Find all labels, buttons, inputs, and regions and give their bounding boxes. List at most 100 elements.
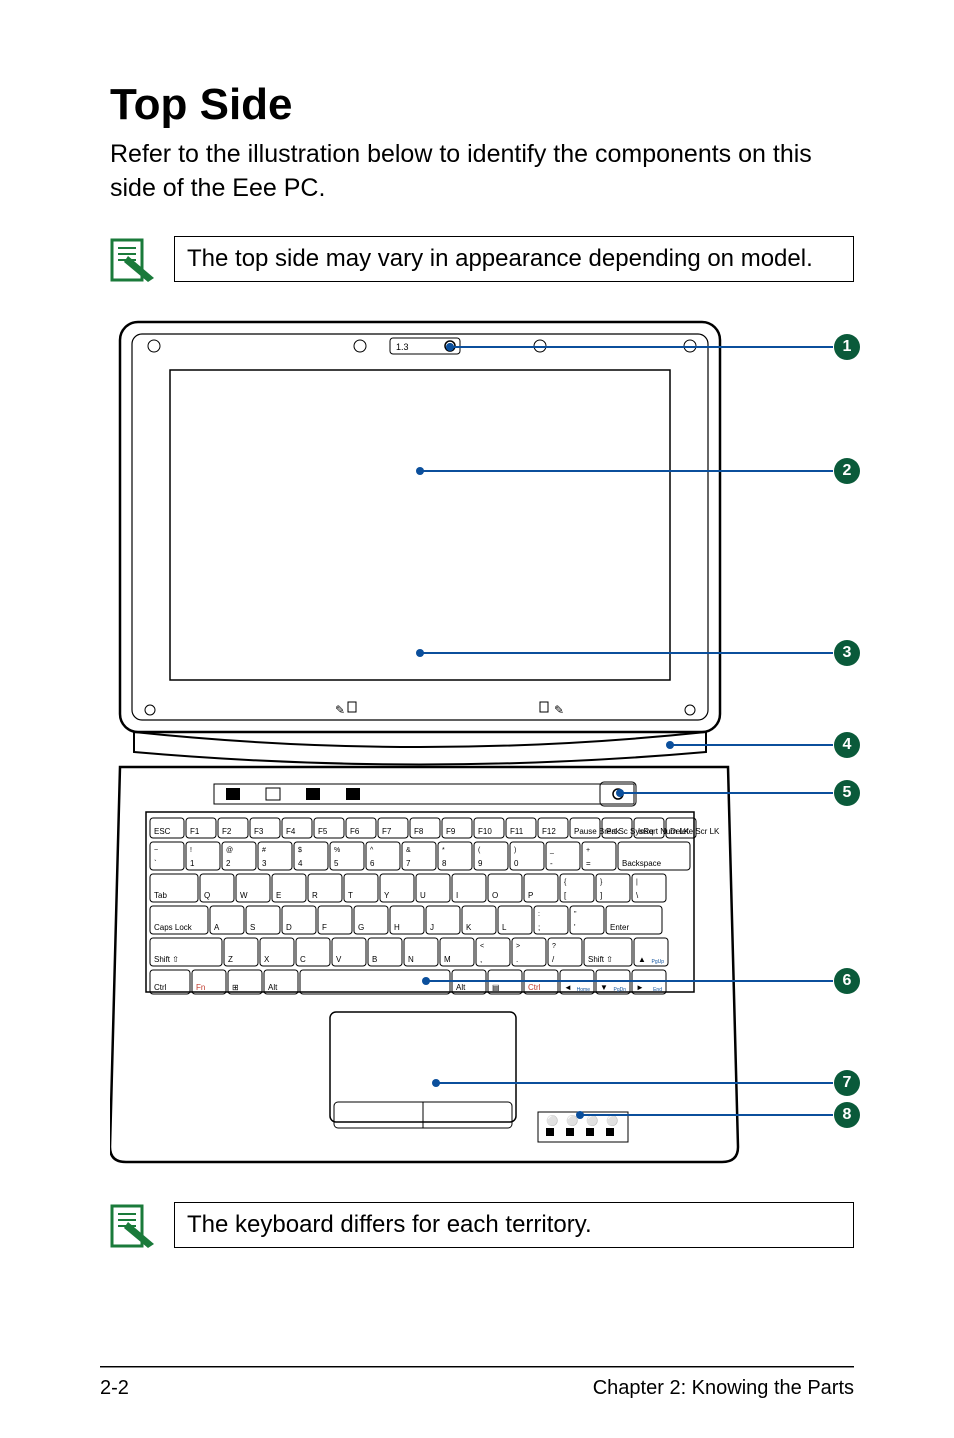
svg-text:]: ] [600,891,602,900]
svg-text:0: 0 [514,859,519,868]
svg-text:9: 9 [478,859,483,868]
callout-6: 6 [834,968,860,994]
svg-text:2: 2 [226,859,231,868]
svg-text:F3: F3 [254,827,264,836]
svg-text:;: ; [538,923,540,932]
svg-text:▤: ▤ [492,983,500,992]
callout-7: 7 [834,1070,860,1096]
svg-text:}: } [600,879,603,886]
svg-text:Caps Lock: Caps Lock [154,923,193,932]
svg-text:\: \ [636,891,639,900]
svg-text:Fn: Fn [196,983,205,992]
page-title: Top Side [110,80,854,130]
svg-text:D: D [286,923,292,932]
svg-text:^: ^ [370,847,374,854]
svg-text:T: T [348,891,353,900]
svg-text:?: ? [552,943,556,950]
svg-text:A: A [214,923,220,932]
svg-text:>: > [516,943,520,950]
callout-2: 2 [834,458,860,484]
svg-text:&: & [406,847,411,854]
callout-1: 1 [834,334,860,360]
svg-text:⚪: ⚪ [546,1114,558,1127]
svg-text:|: | [636,879,638,886]
svg-text:I: I [456,891,458,900]
svg-text:F11: F11 [510,827,524,836]
svg-text:F8: F8 [414,827,424,836]
svg-text:{: { [564,879,567,886]
svg-text:F10: F10 [478,827,492,836]
svg-text:End: End [653,987,662,993]
svg-text:Y: Y [384,891,390,900]
svg-text:': ' [574,923,576,932]
svg-text:R: R [312,891,318,900]
svg-text:N: N [408,955,414,964]
svg-text:`: ` [154,859,157,868]
svg-text:U: U [420,891,426,900]
svg-text:⊞: ⊞ [232,983,239,992]
svg-text:F12: F12 [542,827,556,836]
svg-text:Tab: Tab [154,891,167,900]
svg-text:L: L [502,923,507,932]
svg-text:▲: ▲ [638,955,646,964]
svg-text:M: M [444,955,451,964]
page-number: 2-2 [100,1377,129,1400]
svg-text:F9: F9 [446,827,456,836]
note-top-text: The top side may vary in appearance depe… [174,236,854,282]
svg-text:-: - [550,859,553,868]
svg-text:~: ~ [154,847,158,854]
svg-text:H: H [394,923,400,932]
svg-text:E: E [276,891,281,900]
chapter-label: Chapter 2: Knowing the Parts [593,1377,854,1400]
svg-text:►: ► [636,983,644,992]
svg-text:Home: Home [577,987,591,993]
footer-rule [100,1366,854,1368]
svg-text:7: 7 [406,859,411,868]
svg-text:/: / [552,955,555,964]
svg-text:*: * [442,847,445,854]
svg-text:$: $ [298,847,302,854]
svg-text:(: ( [478,847,481,854]
svg-text:6: 6 [370,859,375,868]
svg-text:Shift ⇧: Shift ⇧ [588,955,613,964]
svg-text:F7: F7 [382,827,392,836]
svg-text:F4: F4 [286,827,296,836]
svg-text:F: F [322,923,327,932]
note-icon [110,236,160,284]
svg-text:!: ! [190,847,192,854]
svg-text:8: 8 [442,859,447,868]
svg-text:X: X [264,955,270,964]
svg-text:): ) [514,847,516,854]
svg-text:.: . [516,955,518,964]
svg-text:PgDn: PgDn [613,987,626,993]
svg-text:1: 1 [190,859,195,868]
svg-text:[: [ [564,891,567,900]
svg-text:Backspace: Backspace [622,859,662,868]
svg-text:Shift ⇧: Shift ⇧ [154,955,179,964]
svg-text:": " [574,911,577,918]
note-bottom: The keyboard differs for each territory. [110,1202,854,1250]
svg-text:ESC: ESC [154,827,171,836]
page-footer: 2-2 Chapter 2: Knowing the Parts [100,1377,854,1400]
svg-text:_: _ [549,847,554,854]
svg-text:#: # [262,847,266,854]
svg-text:3: 3 [262,859,267,868]
svg-text:+: + [586,847,590,854]
svg-text:V: V [336,955,342,964]
svg-text:F6: F6 [350,827,360,836]
callout-3: 3 [834,640,860,666]
svg-text:P: P [528,891,533,900]
svg-text:Alt: Alt [456,983,466,992]
svg-text:Q: Q [204,891,210,900]
svg-text:◄: ◄ [564,983,572,992]
svg-text:K: K [466,923,472,932]
callout-8: 8 [834,1102,860,1128]
svg-text:O: O [492,891,498,900]
svg-text:✎: ✎ [554,703,564,717]
svg-text:Enter: Enter [610,923,629,932]
svg-text:B: B [372,955,377,964]
svg-text:PgUp: PgUp [651,959,664,965]
svg-text:4: 4 [298,859,303,868]
svg-text:▼: ▼ [600,983,608,992]
svg-text:J: J [430,923,434,932]
